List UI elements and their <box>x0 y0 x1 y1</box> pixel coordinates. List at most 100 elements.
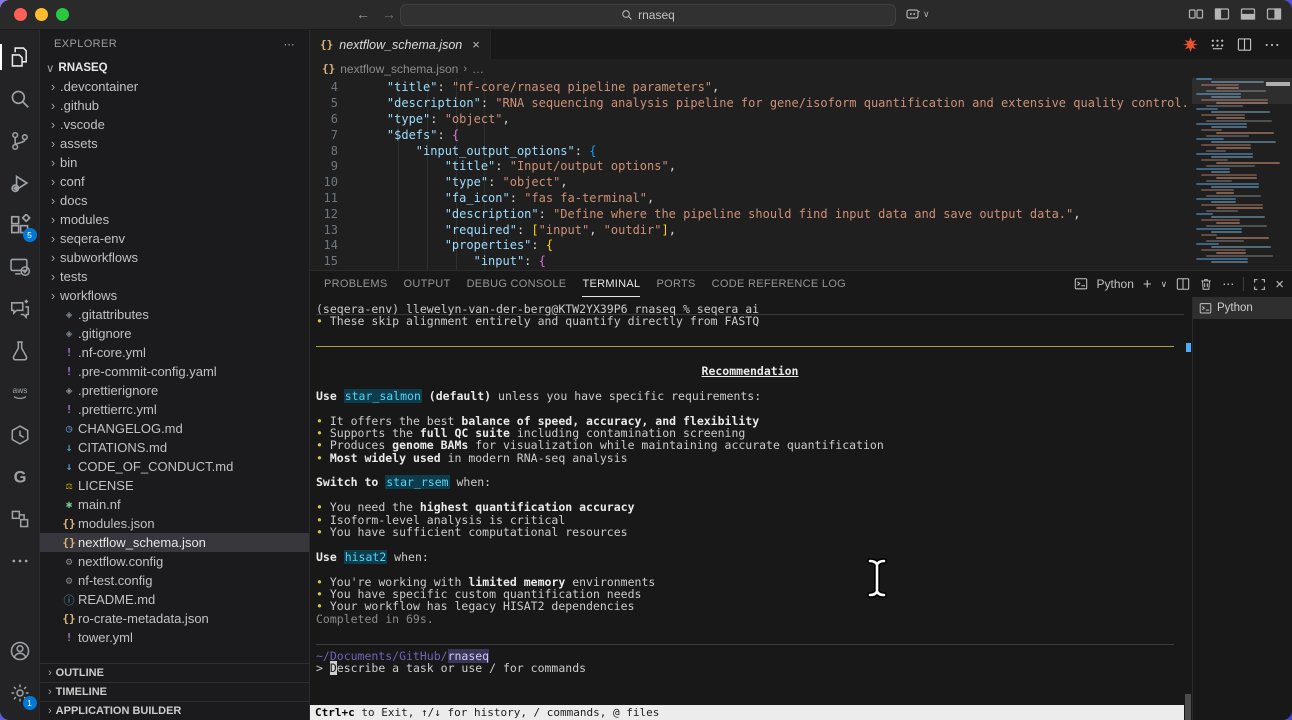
tree-file-main.nf[interactable]: ✱main.nf <box>40 495 309 514</box>
panel-tab-ports[interactable]: PORTS <box>656 271 695 297</box>
close-window-button[interactable] <box>14 8 27 21</box>
activity-extensions[interactable]: 5 <box>0 204 40 246</box>
minimap-line <box>1216 207 1263 209</box>
folder-name: bin <box>60 155 77 170</box>
tree-file-ro-crate-metadata.json[interactable]: {}ro-crate-metadata.json <box>40 609 309 628</box>
panel-tab-terminal[interactable]: TERMINAL <box>582 271 640 297</box>
tree-file-tower.yml[interactable]: !tower.yml <box>40 628 309 647</box>
indent-guide <box>427 78 428 270</box>
tree-file-CITATIONS.md[interactable]: ↓CITATIONS.md <box>40 438 309 457</box>
activity-run-debug[interactable] <box>0 162 40 204</box>
breadcrumb[interactable]: {} nextflow_schema.json › … <box>310 59 1292 78</box>
tree-folder-assets[interactable]: ›assets <box>40 134 309 153</box>
tree-folder-bin[interactable]: ›bin <box>40 153 309 172</box>
tree-file-.nf-core.yml[interactable]: !.nf-core.yml <box>40 343 309 362</box>
minimap-line <box>1196 108 1218 110</box>
tree-folder-subworkflows[interactable]: ›subworkflows <box>40 248 309 267</box>
terminal[interactable]: (seqera-env) llewelyn-van-der-berg@KTW2Y… <box>310 297 1184 720</box>
tree-file-.prettierignore[interactable]: ◈.prettierignore <box>40 381 309 400</box>
activity-chat[interactable] <box>0 288 40 330</box>
tree-folder-seqera-env[interactable]: ›seqera-env <box>40 229 309 248</box>
activity-remote-explorer[interactable] <box>0 246 40 288</box>
bottom-panel: PROBLEMS OUTPUT DEBUG CONSOLE TERMINAL PORTS… <box>310 270 1292 720</box>
tree-folder-tests[interactable]: ›tests <box>40 267 309 286</box>
copilot-menu[interactable]: ∨ <box>905 6 930 22</box>
activity-explorer[interactable] <box>0 36 40 78</box>
info-icon: ⓘ <box>60 592 78 608</box>
terminal-scrollbar-thumb[interactable] <box>1185 694 1191 720</box>
panel-tab-output[interactable]: OUTPUT <box>404 271 451 297</box>
activity-settings[interactable]: 1 <box>0 672 40 714</box>
activity-testing[interactable] <box>0 330 40 372</box>
terminal-scrollbar[interactable] <box>1184 297 1192 720</box>
tree-folder-modules[interactable]: ›modules <box>40 210 309 229</box>
tab-nextflow-schema-json[interactable]: {} nextflow_schema.json × <box>310 30 491 59</box>
activity-gitlens[interactable]: G <box>0 456 40 498</box>
activity-additional-views[interactable] <box>0 540 40 582</box>
minimap[interactable] <box>1192 78 1292 270</box>
sidebar-more-actions-icon[interactable]: ⋯ <box>284 38 295 51</box>
customize-layout-icon[interactable] <box>1188 6 1204 22</box>
terminal-dropdown-icon[interactable]: ∨ <box>1161 279 1168 290</box>
terminal-list-item-python[interactable]: Python <box>1193 297 1292 319</box>
activity-accounts[interactable] <box>0 630 40 672</box>
toggle-primary-sidebar-icon[interactable] <box>1214 6 1230 22</box>
code-line: "fa_icon": "fas fa-terminal", <box>358 191 1190 207</box>
nf-core-sparkle-icon[interactable] <box>1183 37 1198 52</box>
nav-back-icon[interactable]: ← <box>356 6 370 22</box>
tree-file-modules.json[interactable]: {}modules.json <box>40 514 309 533</box>
editor-scrollbar-thumb[interactable] <box>1266 82 1290 86</box>
shell-label[interactable]: Python <box>1097 277 1134 291</box>
close-tab-icon[interactable]: × <box>472 37 480 52</box>
panel-tab-debug-console[interactable]: DEBUG CONSOLE <box>467 271 567 297</box>
tree-file-README.md[interactable]: ⓘREADME.md <box>40 590 309 609</box>
code-editor[interactable]: 456789101112131415 "title": "nf-core/rna… <box>310 78 1292 270</box>
split-terminal-icon[interactable] <box>1176 277 1190 291</box>
tree-file-CHANGELOG.md[interactable]: ◷CHANGELOG.md <box>40 419 309 438</box>
minimap-line <box>1216 162 1280 164</box>
tree-folder-.github[interactable]: ›.github <box>40 96 309 115</box>
command-center-search[interactable]: rnaseq <box>400 4 896 26</box>
tree-file-.gitattributes[interactable]: ◈.gitattributes <box>40 305 309 324</box>
activity-project-manager[interactable] <box>0 498 40 540</box>
tree-file-.prettierrc.yml[interactable]: !.prettierrc.yml <box>40 400 309 419</box>
tree-root-rnaseq[interactable]: ∨ RNASEQ <box>40 58 309 77</box>
activity-aws[interactable]: aws <box>0 372 40 414</box>
tree-folder-.vscode[interactable]: ›.vscode <box>40 115 309 134</box>
tree-folder-docs[interactable]: ›docs <box>40 191 309 210</box>
split-editor-icon[interactable] <box>1237 37 1252 52</box>
activity-source-control[interactable] <box>0 120 40 162</box>
activity-search[interactable] <box>0 78 40 120</box>
tree-file-nextflow.config[interactable]: ⚙nextflow.config <box>40 552 309 571</box>
toggle-secondary-sidebar-icon[interactable] <box>1266 6 1282 22</box>
tree-folder-.devcontainer[interactable]: ›.devcontainer <box>40 77 309 96</box>
minimize-window-button[interactable] <box>35 8 48 21</box>
tree-file-LICENSE[interactable]: ⚖LICENSE <box>40 476 309 495</box>
editor-more-actions-icon[interactable]: ⋯ <box>1264 35 1280 55</box>
tree-file-CODE_OF_CONDUCT.md[interactable]: ↓CODE_OF_CONDUCT.md <box>40 457 309 476</box>
minimap-line <box>1211 156 1253 158</box>
nav-forward-icon[interactable]: → <box>382 6 396 22</box>
panel-more-actions-icon[interactable]: ⋯ <box>1222 277 1234 291</box>
tree-folder-conf[interactable]: ›conf <box>40 172 309 191</box>
tree-file-.pre-commit-config.yaml[interactable]: !.pre-commit-config.yaml <box>40 362 309 381</box>
sidebar-section-application-builder[interactable]: ›APPLICATION BUILDER <box>40 701 309 720</box>
search-icon <box>621 9 633 21</box>
terminal-text: in modern RNA-seq analysis <box>441 451 628 465</box>
tree-file-.gitignore[interactable]: ◈.gitignore <box>40 324 309 343</box>
tree-file-nf-test.config[interactable]: ⚙nf-test.config <box>40 571 309 590</box>
sidebar-section-outline[interactable]: ›OUTLINE <box>40 663 309 682</box>
panel-tab-problems[interactable]: PROBLEMS <box>324 271 388 297</box>
activity-localstack[interactable] <box>0 414 40 456</box>
sidebar-section-timeline[interactable]: ›TIMELINE <box>40 682 309 701</box>
new-terminal-icon[interactable]: + <box>1143 276 1152 293</box>
close-panel-icon[interactable]: × <box>1275 276 1284 293</box>
zoom-window-button[interactable] <box>56 8 69 21</box>
tree-file-nextflow_schema.json[interactable]: {}nextflow_schema.json <box>40 533 309 552</box>
tree-folder-workflows[interactable]: ›workflows <box>40 286 309 305</box>
kill-terminal-icon[interactable] <box>1199 277 1213 291</box>
maximize-panel-icon[interactable] <box>1253 278 1266 291</box>
toggle-panel-icon[interactable] <box>1240 6 1256 22</box>
panel-tab-code-reference-log[interactable]: CODE REFERENCE LOG <box>712 271 846 297</box>
schema-dots-icon[interactable] <box>1210 37 1225 52</box>
